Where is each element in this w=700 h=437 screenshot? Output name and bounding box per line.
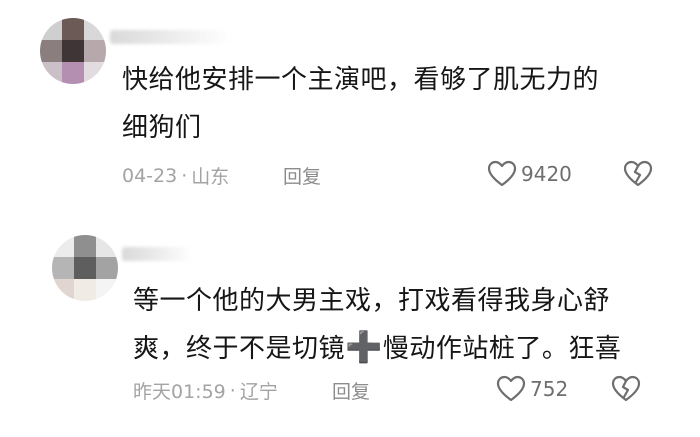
comment-text-line: 快给他安排一个主演吧，看够了肌无力的	[122, 65, 600, 95]
comment-item: 快给他安排一个主演吧，看够了肌无力的 细狗们 04-23 · 山东 回复 942…	[0, 0, 700, 215]
username-blurred[interactable]	[122, 247, 192, 261]
like-count: 752	[530, 377, 569, 401]
comment-text-line: 爽，终于不是切镜➕慢动作站桩了。狂喜	[133, 325, 621, 373]
avatar[interactable]	[52, 235, 118, 301]
comment-meta: 昨天01:59 · 辽宁	[133, 377, 278, 404]
broken-heart-icon	[611, 375, 641, 402]
dislike-button[interactable]	[611, 375, 641, 407]
comment-date: 04-23	[122, 164, 178, 187]
comment-text: 等一个他的大男主戏，打戏看得我身心舒 爽，终于不是切镜➕慢动作站桩了。狂喜	[133, 277, 621, 373]
comment-location: 山东	[191, 166, 230, 188]
like-button[interactable]: 752	[496, 375, 568, 403]
comment-text: 快给他安排一个主演吧，看够了肌无力的 细狗们	[122, 56, 599, 152]
comment-meta: 04-23 · 山东	[122, 162, 229, 189]
meta-separator: ·	[229, 379, 236, 402]
dislike-button[interactable]	[623, 160, 653, 192]
username-blurred[interactable]	[110, 30, 230, 44]
avatar[interactable]	[40, 18, 106, 84]
reply-button[interactable]: 回复	[283, 162, 321, 189]
comment-date: 昨天01:59	[133, 381, 226, 403]
comment-text-segment: 爽，终于不是切镜	[133, 334, 346, 364]
reply-button[interactable]: 回复	[332, 377, 370, 404]
like-count: 9420	[521, 162, 572, 186]
comment-text-line: 等一个他的大男主戏，打戏看得我身心舒	[133, 286, 611, 316]
like-button[interactable]: 9420	[487, 160, 572, 188]
plus-emoji: ➕	[345, 330, 383, 365]
broken-heart-icon	[623, 160, 653, 187]
comment-location: 辽宁	[239, 381, 278, 403]
comment-item: 等一个他的大男主戏，打戏看得我身心舒 爽，终于不是切镜➕慢动作站桩了。狂喜 昨天…	[0, 215, 700, 437]
meta-separator: ·	[181, 164, 188, 187]
comment-text-line: 细狗们	[122, 113, 202, 143]
comment-text-segment: 慢动作站桩了。狂喜	[382, 334, 622, 364]
heart-outline-icon	[487, 160, 517, 187]
heart-outline-icon	[496, 375, 526, 402]
